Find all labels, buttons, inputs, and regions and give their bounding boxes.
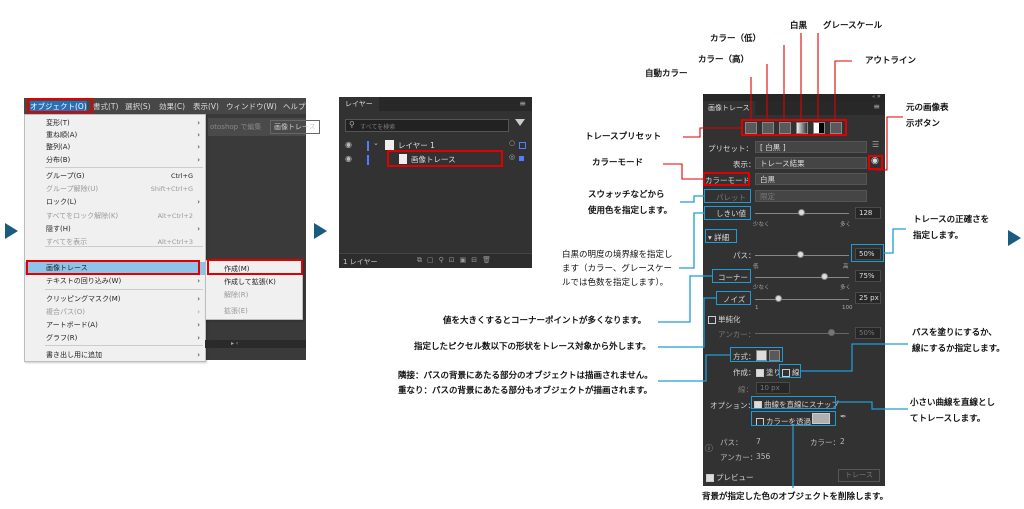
line-outline: [834, 60, 852, 121]
line-snap: [836, 401, 908, 410]
ann-outline: アウトライン: [865, 56, 917, 66]
ann-ignore: 背景が指定した色のオブジェクトを削除します。: [702, 492, 889, 502]
line-path: [884, 228, 906, 254]
leader-lines: [658, 33, 908, 488]
ann-corner: 値を大きくするとコーナーポイントが多くなります。: [443, 316, 647, 326]
ann-original-1: 元の画像表: [906, 103, 949, 113]
line-palette: [680, 195, 704, 203]
ann-accuracy-1: トレースの正確さを: [913, 215, 990, 225]
ann-accuracy-2: 指定します。: [913, 231, 964, 241]
ann-snap-2: てトレースします。: [910, 414, 986, 424]
ann-threshold-1: 白黒の明度の境界線を指定し: [562, 250, 673, 260]
line-create: [801, 343, 908, 372]
ann-fill-stroke-1: パスを塗りにするか、: [912, 328, 997, 338]
ann-auto-color: 自動カラー: [645, 69, 688, 79]
ann-color-high: カラー（高）: [698, 55, 750, 65]
ann-original-2: 示ボタン: [906, 119, 941, 129]
ann-noise: 指定したピクセル数以下の形状をトレース対象から外します。: [414, 342, 651, 352]
ann-grayscale: グレースケール: [823, 21, 883, 31]
ann-white-black: 白黒: [790, 21, 808, 31]
ann-method-1: 隣接：パスの背景にあたる部分のオブジェクトは描画されません。: [398, 371, 653, 381]
line-preset: [683, 127, 741, 138]
ann-method-2: 重なり：パスの背景にあたる部分もオブジェクトが描画されます。: [398, 386, 653, 396]
ann-snap-1: 小さい曲線を直線とし: [910, 398, 996, 408]
line-threshold: [679, 212, 704, 269]
line-mode: [663, 163, 703, 180]
ann-color-mode: カラーモード: [592, 158, 644, 168]
ann-threshold-3: ルでは色数を指定します）。: [562, 278, 669, 288]
ann-threshold-2: ます（カラー、グレースケー: [562, 264, 672, 274]
ann-color-low: カラー（低）: [710, 34, 762, 44]
ann-swatch-2: 使用色を指定します。: [588, 206, 673, 216]
ann-fill-stroke-2: 線にするか指定します。: [912, 344, 1005, 354]
line-eye: [875, 116, 903, 171]
line-method: [658, 354, 730, 382]
ann-trace-preset: トレースプリセット: [585, 132, 662, 142]
ann-swatch-1: スウォッチなどから: [588, 190, 665, 200]
